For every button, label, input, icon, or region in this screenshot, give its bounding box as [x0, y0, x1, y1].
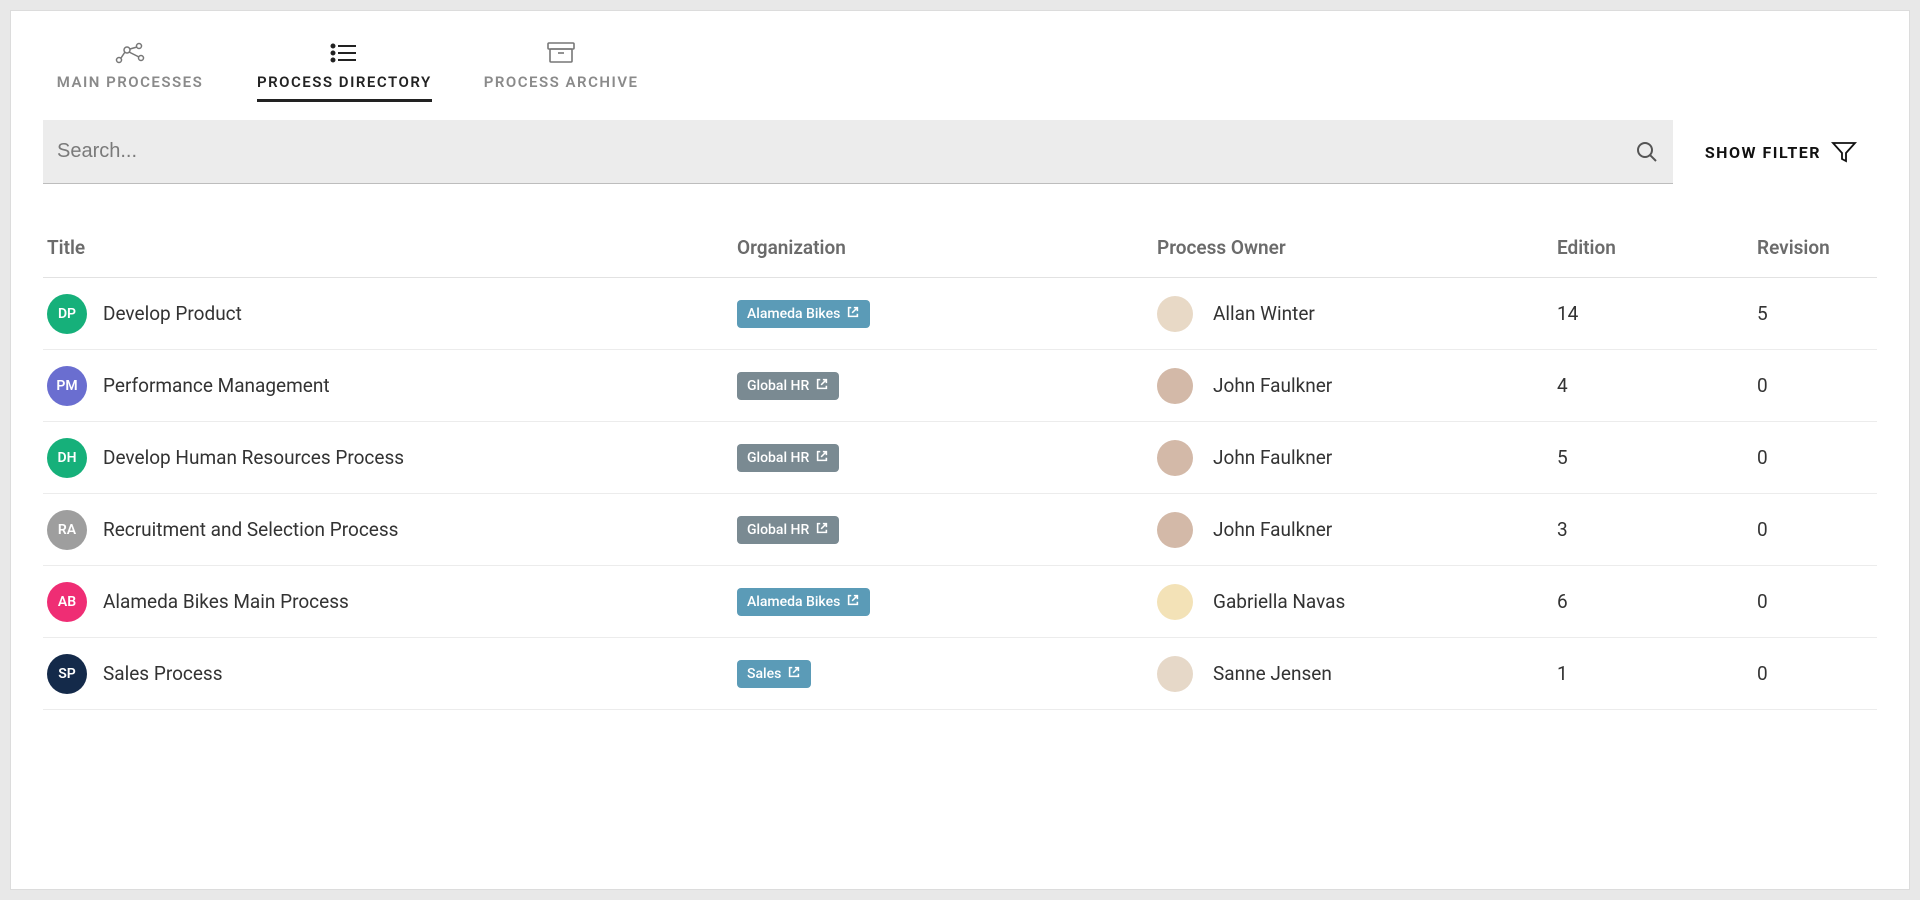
tab-process-directory[interactable]: PROCESS DIRECTORY	[257, 39, 432, 102]
organization-cell: Global HR	[737, 444, 1157, 472]
avatar	[1157, 512, 1193, 548]
col-edition[interactable]: Edition	[1557, 236, 1757, 259]
edition-value: 5	[1557, 446, 1757, 469]
organization-cell: Alameda Bikes	[737, 588, 1157, 616]
organization-cell: Global HR	[737, 372, 1157, 400]
list-icon	[330, 39, 358, 67]
table-header: Title Organization Process Owner Edition…	[43, 208, 1877, 278]
organization-label: Sales	[747, 666, 781, 682]
process-title: Performance Management	[103, 374, 737, 397]
external-link-icon	[846, 305, 860, 323]
revision-value: 5	[1757, 302, 1877, 325]
search-input[interactable]	[57, 140, 1635, 163]
owner-name: Allan Winter	[1213, 302, 1315, 325]
owner-name: John Faulkner	[1213, 446, 1332, 469]
organization-chip[interactable]: Global HR	[737, 444, 839, 472]
organization-chip[interactable]: Global HR	[737, 372, 839, 400]
revision-value: 0	[1757, 518, 1877, 541]
organization-label: Global HR	[747, 378, 809, 394]
external-link-icon	[815, 449, 829, 467]
owner-name: John Faulkner	[1213, 374, 1332, 397]
process-title: Sales Process	[103, 662, 737, 685]
owner-name: Sanne Jensen	[1213, 662, 1332, 685]
process-initials-badge: PM	[47, 366, 87, 406]
process-table: Title Organization Process Owner Edition…	[43, 208, 1877, 710]
organization-cell: Alameda Bikes	[737, 300, 1157, 328]
search-icon[interactable]	[1635, 140, 1659, 164]
search-box[interactable]	[43, 120, 1673, 184]
avatar	[1157, 584, 1193, 620]
owner-name: John Faulkner	[1213, 518, 1332, 541]
owner-cell: John Faulkner	[1157, 512, 1557, 548]
organization-label: Global HR	[747, 522, 809, 538]
tab-main-processes[interactable]: MAIN PROCESSES	[55, 39, 205, 102]
external-link-icon	[815, 521, 829, 539]
edition-value: 3	[1557, 518, 1757, 541]
process-title: Alameda Bikes Main Process	[103, 590, 737, 613]
table-row[interactable]: PM Performance Management Global HR John Fa…	[43, 350, 1877, 422]
owner-cell: Sanne Jensen	[1157, 656, 1557, 692]
table-row[interactable]: DH Develop Human Resources Process Global …	[43, 422, 1877, 494]
organization-label: Alameda Bikes	[747, 306, 840, 322]
process-title: Develop Human Resources Process	[103, 446, 737, 469]
organization-cell: Global HR	[737, 516, 1157, 544]
col-owner[interactable]: Process Owner	[1157, 236, 1557, 259]
organization-label: Global HR	[747, 450, 809, 466]
external-link-icon	[787, 665, 801, 683]
external-link-icon	[815, 377, 829, 395]
avatar	[1157, 440, 1193, 476]
avatar	[1157, 368, 1193, 404]
edition-value: 14	[1557, 302, 1757, 325]
owner-cell: John Faulkner	[1157, 440, 1557, 476]
process-initials-badge: DH	[47, 438, 87, 478]
organization-cell: Sales	[737, 660, 1157, 688]
tab-label: PROCESS DIRECTORY	[257, 73, 432, 91]
table-row[interactable]: RA Recruitment and Selection Process Globa…	[43, 494, 1877, 566]
tab-bar: MAIN PROCESSES PROCESS DIRECTORY PROCESS…	[33, 39, 1887, 102]
process-title: Develop Product	[103, 302, 737, 325]
table-row[interactable]: SP Sales Process Sales Sanne Jensen 10	[43, 638, 1877, 710]
col-title[interactable]: Title	[43, 236, 737, 259]
network-icon	[113, 39, 147, 67]
filter-icon	[1831, 139, 1857, 165]
revision-value: 0	[1757, 662, 1877, 685]
organization-chip[interactable]: Alameda Bikes	[737, 588, 870, 616]
revision-value: 0	[1757, 446, 1877, 469]
show-filter-button[interactable]: SHOW FILTER	[1705, 139, 1877, 165]
edition-value: 6	[1557, 590, 1757, 613]
organization-label: Alameda Bikes	[747, 594, 840, 610]
process-initials-badge: AB	[47, 582, 87, 622]
tab-label: MAIN PROCESSES	[57, 73, 204, 91]
process-initials-badge: RA	[47, 510, 87, 550]
owner-cell: Allan Winter	[1157, 296, 1557, 332]
owner-cell: John Faulkner	[1157, 368, 1557, 404]
app-frame: MAIN PROCESSES PROCESS DIRECTORY PROCESS…	[10, 10, 1910, 890]
show-filter-label: SHOW FILTER	[1705, 143, 1821, 162]
process-title: Recruitment and Selection Process	[103, 518, 737, 541]
edition-value: 4	[1557, 374, 1757, 397]
tab-process-archive[interactable]: PROCESS ARCHIVE	[484, 39, 639, 102]
revision-value: 0	[1757, 590, 1877, 613]
owner-cell: Gabriella Navas	[1157, 584, 1557, 620]
col-organization[interactable]: Organization	[737, 236, 1157, 259]
table-row[interactable]: DP Develop Product Alameda Bikes Allan Wint…	[43, 278, 1877, 350]
owner-name: Gabriella Navas	[1213, 590, 1345, 613]
table-row[interactable]: AB Alameda Bikes Main Process Alameda Bike…	[43, 566, 1877, 638]
avatar	[1157, 296, 1193, 332]
organization-chip[interactable]: Sales	[737, 660, 811, 688]
avatar	[1157, 656, 1193, 692]
process-initials-badge: DP	[47, 294, 87, 334]
external-link-icon	[846, 593, 860, 611]
table-body: DP Develop Product Alameda Bikes Allan Wint…	[43, 278, 1877, 710]
organization-chip[interactable]: Alameda Bikes	[737, 300, 870, 328]
edition-value: 1	[1557, 662, 1757, 685]
search-row: SHOW FILTER	[43, 120, 1877, 184]
tab-label: PROCESS ARCHIVE	[484, 73, 639, 91]
revision-value: 0	[1757, 374, 1877, 397]
organization-chip[interactable]: Global HR	[737, 516, 839, 544]
col-revision[interactable]: Revision	[1757, 236, 1877, 259]
archive-icon	[546, 39, 576, 67]
process-initials-badge: SP	[47, 654, 87, 694]
